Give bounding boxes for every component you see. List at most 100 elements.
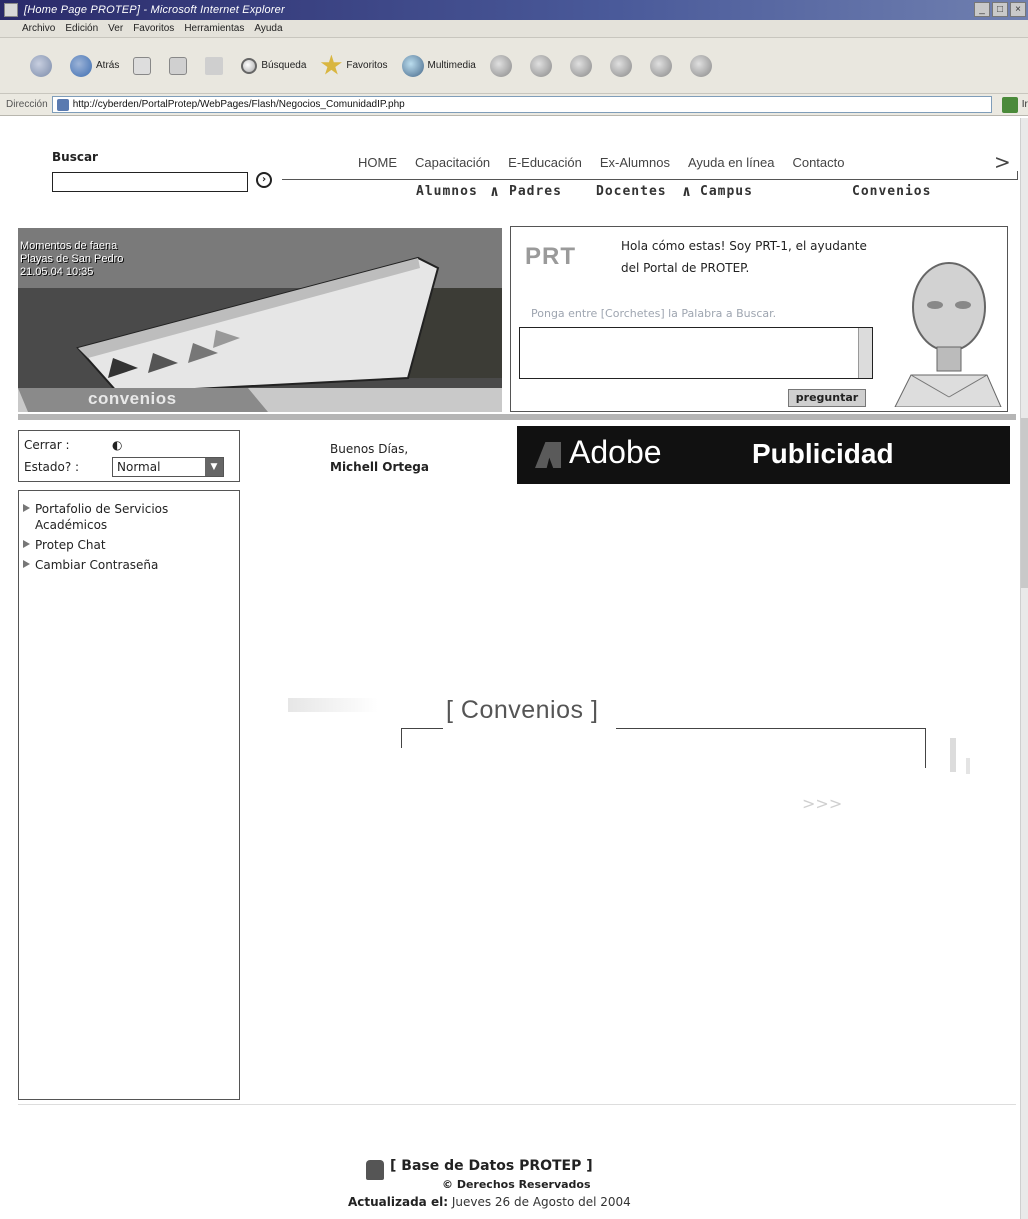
caret-icon: ∧	[682, 182, 693, 200]
user-name: Michell Ortega	[330, 460, 429, 474]
address-label: Dirección	[6, 99, 48, 110]
frame-corner-right	[894, 728, 926, 768]
section-title: convenios	[88, 389, 177, 408]
ie-icon	[4, 3, 18, 17]
page-scrollbar[interactable]	[1020, 118, 1028, 1219]
menu-ayuda[interactable]: Ayuda	[254, 23, 282, 34]
ad-banner[interactable]: Adobe Publicidad	[517, 426, 1010, 484]
frame-line-left	[431, 728, 443, 729]
menu-ver[interactable]: Ver	[108, 23, 123, 34]
frame-corner-left	[401, 728, 431, 748]
menu-item-chat[interactable]: Protep Chat	[23, 537, 235, 553]
search-toolbar-button[interactable]: Búsqueda	[241, 57, 307, 74]
nav-contacto[interactable]: Contacto	[792, 155, 844, 170]
mail-button[interactable]	[529, 54, 556, 77]
menu-edicion[interactable]: Edición	[65, 23, 98, 34]
menu-herramientas[interactable]: Herramientas	[184, 23, 244, 34]
nav-back-icon-wrap[interactable]	[30, 54, 56, 77]
assistant-question-input[interactable]	[519, 327, 873, 379]
search-input[interactable]	[52, 172, 248, 192]
address-bar: Dirección http://cyberden/PortalProtep/W…	[0, 94, 1028, 116]
frame-line-right	[616, 728, 926, 729]
ad-label: Publicidad	[752, 438, 894, 469]
nav-docentes[interactable]: Docentes	[596, 184, 667, 199]
search-go-icon[interactable]: ›	[256, 172, 272, 188]
messenger-button[interactable]	[689, 54, 716, 77]
media-button[interactable]: Multimedia	[401, 54, 476, 77]
nav-capacitacion[interactable]: Capacitación	[415, 155, 490, 170]
stop-icon	[133, 56, 152, 75]
mail-icon	[529, 54, 552, 77]
adobe-logo-icon	[535, 442, 561, 468]
refresh-button[interactable]	[169, 56, 191, 75]
home-icon	[205, 56, 224, 75]
footer-updated: Actualizada el: Jueves 26 de Agosto del …	[348, 1195, 631, 1209]
menu-item-password[interactable]: Cambiar Contraseña	[23, 557, 235, 573]
print-icon	[569, 54, 592, 77]
print-button[interactable]	[569, 54, 596, 77]
go-button[interactable]: Ir	[1022, 99, 1028, 110]
back-icon	[70, 54, 92, 77]
page-content: Buscar › HOME Capacitación E-Educación E…	[12, 118, 1020, 1219]
user-greeting: Buenos Días, Michell Ortega	[330, 440, 429, 476]
go-arrow-icon[interactable]	[1001, 96, 1018, 113]
discuss-button[interactable]	[649, 54, 676, 77]
nav-ex-alumnos[interactable]: Ex-Alumnos	[600, 155, 670, 170]
stop-button[interactable]	[133, 56, 155, 75]
close-button[interactable]: ×	[1010, 2, 1026, 17]
page-icon	[56, 98, 69, 111]
history-button[interactable]	[489, 54, 516, 77]
favorites-label: Favoritos	[346, 60, 388, 71]
nav-campus[interactable]: Campus	[700, 184, 753, 199]
menu-item-label: Portafolio de Servicios Académicos	[35, 502, 169, 532]
menu-favoritos[interactable]: Favoritos	[133, 23, 174, 34]
updated-date: Jueves 26 de Agosto del 2004	[451, 1195, 631, 1209]
nav-divider	[282, 179, 1018, 180]
banner-photo: Momentos de faena Playas de San Pedro 21…	[18, 228, 502, 410]
menu-archivo[interactable]: Archivo	[22, 23, 55, 34]
nav-divider-tick	[1017, 171, 1018, 180]
nav-home[interactable]: HOME	[358, 155, 397, 170]
window-title: [Home Page PROTEP] - Microsoft Internet …	[24, 4, 285, 16]
favorites-button[interactable]: Favoritos	[320, 54, 388, 77]
back-button[interactable]: Atrás	[70, 54, 119, 77]
close-session-icon[interactable]: ◐	[112, 438, 122, 452]
history-icon	[489, 54, 512, 77]
close-label: Cerrar :	[24, 438, 70, 452]
discuss-icon	[649, 54, 672, 77]
decor-bar	[950, 738, 956, 772]
top-nav: HOME Capacitación E-Educación Ex-Alumnos…	[358, 155, 863, 170]
address-input[interactable]: http://cyberden/PortalProtep/WebPages/Fl…	[51, 96, 992, 113]
home-button[interactable]	[205, 56, 227, 75]
arrows-decor-icon: >>>	[802, 794, 843, 813]
nav-alumnos[interactable]: Alumnos	[416, 184, 478, 199]
scrollbar-thumb[interactable]	[1021, 418, 1028, 588]
nav-padres[interactable]: Padres	[509, 184, 562, 199]
minimize-button[interactable]: _	[974, 2, 990, 17]
ask-button[interactable]: preguntar	[788, 389, 866, 407]
greeting-salutation: Buenos Días,	[330, 442, 409, 456]
maximize-button[interactable]: □	[992, 2, 1008, 17]
menu-item-portafolio[interactable]: Portafolio de Servicios Académicos	[23, 501, 235, 533]
content-title: [ Convenios ]	[446, 696, 599, 724]
question-scrollbar[interactable]	[858, 328, 872, 378]
nav-more-icon[interactable]: >	[994, 150, 1011, 174]
nav-ayuda[interactable]: Ayuda en línea	[688, 155, 775, 170]
edit-icon	[609, 54, 632, 77]
updated-label: Actualizada el:	[348, 1195, 449, 1209]
media-icon	[401, 54, 424, 77]
decor-bar	[966, 758, 970, 774]
menu-item-label: Protep Chat	[35, 538, 106, 552]
nav-convenios[interactable]: Convenios	[852, 184, 931, 199]
section-strip: convenios	[18, 388, 502, 412]
search-toolbar-label: Búsqueda	[261, 60, 307, 71]
state-select[interactable]: Normal ▼	[112, 457, 224, 477]
nav-e-educacion[interactable]: E-Educación	[508, 155, 582, 170]
footer-title: [ Base de Datos PROTEP ]	[390, 1158, 593, 1174]
arrow-right-icon	[23, 560, 30, 568]
edit-button[interactable]	[609, 54, 636, 77]
messenger-icon	[689, 54, 712, 77]
media-label: Multimedia	[427, 60, 476, 71]
header-separator	[18, 414, 1016, 420]
caption-line-2: Playas de San Pedro	[20, 253, 124, 265]
